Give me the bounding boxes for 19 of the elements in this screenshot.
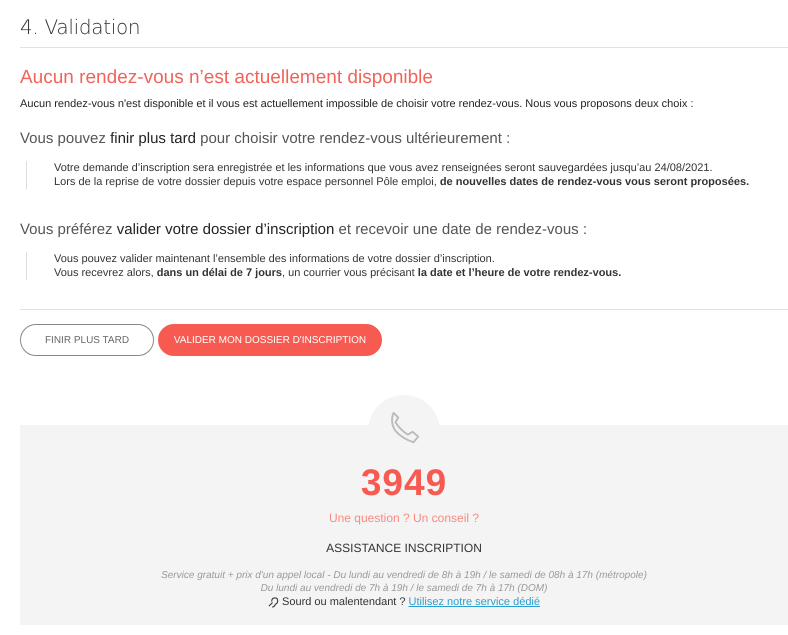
notice-heading: Aucun rendez-vous n’est actuellement disponible <box>20 67 434 89</box>
intro-text: Aucun rendez-vous n'est disponible et il vous est actuellement impossible de choisir votre rendez-vous. Nous vous proposons deux choix : <box>20 98 694 110</box>
validate-button[interactable]: VALIDER MON DOSSIER D'INSCRIPTION <box>158 324 382 356</box>
option-lead: Vous pouvez finir plus tard pour choisir votre rendez-vous ultérieurement : <box>20 130 512 147</box>
detail-text: Lors de la reprise de votre dossier depuis votre espace personnel Pôle emploi, de nouvelles dates de rendez-vous vous seront proposées. <box>54 175 750 189</box>
accessibility-text: Sourd ou malentendant ? <box>282 596 406 608</box>
detail-text: Vous recevrez alors, dans un délai de 7 jours, un courrier vous précisant la date et l’heure de votre rendez-vous. <box>54 266 622 280</box>
service-link[interactable]: Utilisez notre service dédié <box>408 596 540 608</box>
page-title: 4. Validation <box>20 0 788 48</box>
phone-number: 3949 <box>360 463 448 503</box>
question-text: Une question ? Un conseil ? <box>328 511 480 525</box>
ear-icon <box>268 596 279 608</box>
detail-text: Vous pouvez valider maintenant l’ensemble des informations de votre dossier d’inscription. <box>54 252 496 266</box>
option-lead: Vous préférez valider votre dossier d’inscription et recevoir une date de rendez-vous : <box>20 221 588 238</box>
finish-later-button[interactable]: FINIR PLUS TARD <box>20 324 154 356</box>
detail-text: Votre demande d’inscription sera enregistrée et les informations que vous avez renseignées seront sauvegardées jusqu’au 24/08/2021. <box>54 161 714 175</box>
hours-text: Du lundi au vendredi de 7h à 19h / le samedi de 7h à 17h (DOM) <box>260 582 548 595</box>
service-title: ASSISTANCE INSCRIPTION <box>326 541 482 555</box>
hours-text: Service gratuit + prix d'un appel local - Du lundi au vendredi de 8h à 19h / le samedi de 08h à 17h (métropole) <box>161 569 647 582</box>
